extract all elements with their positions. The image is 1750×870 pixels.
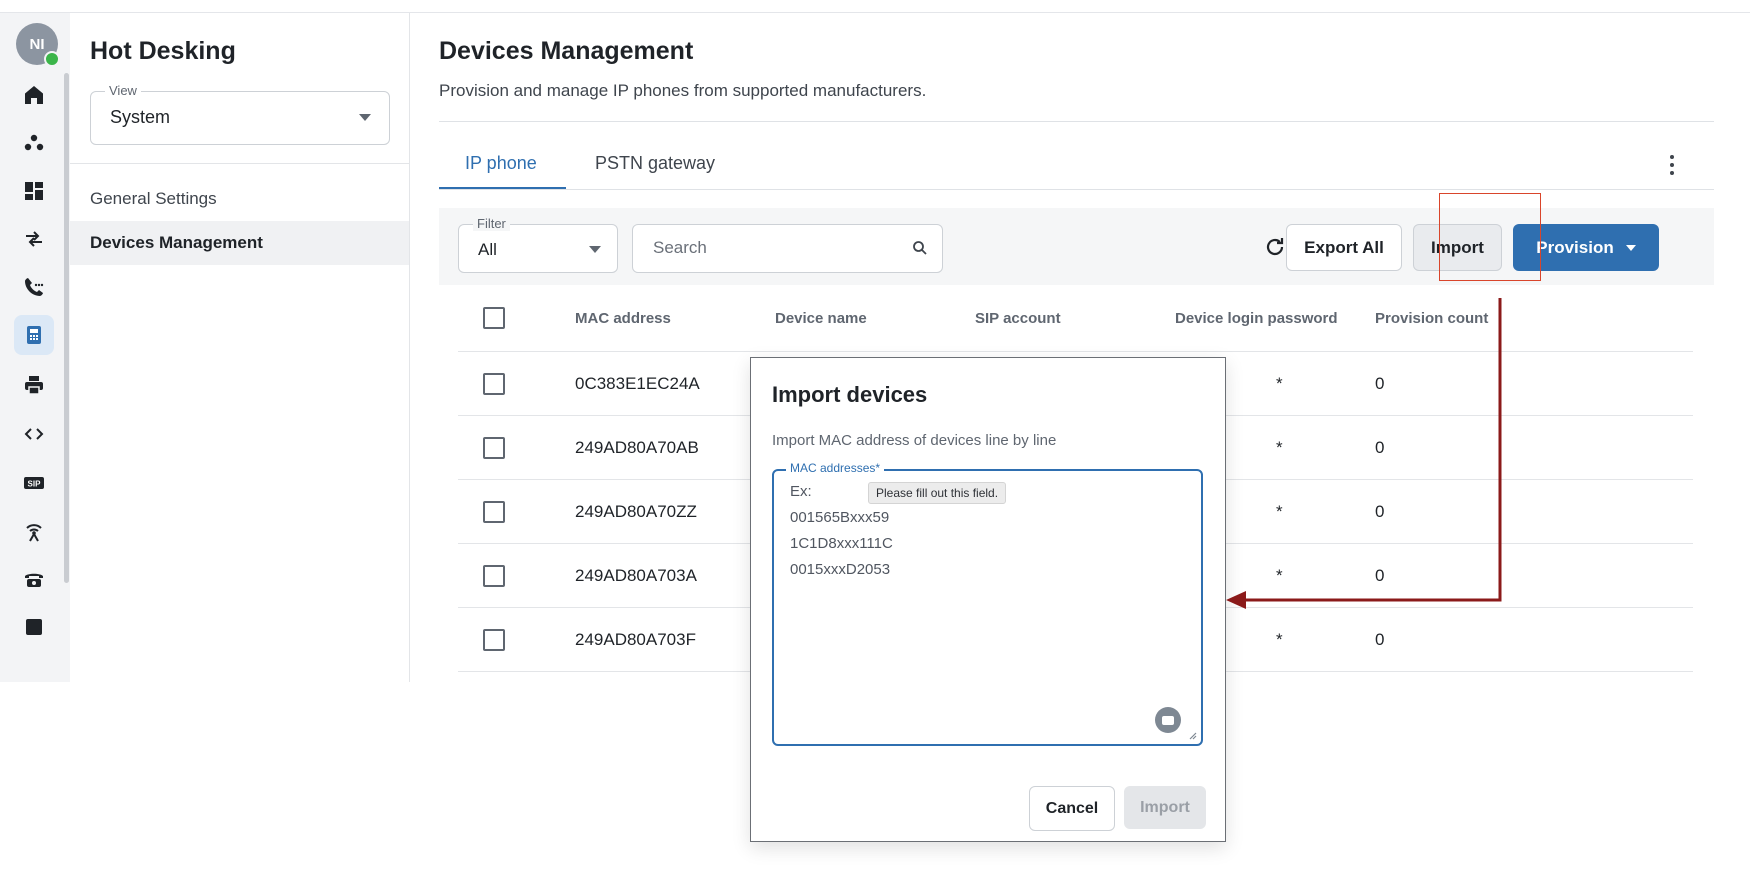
- avatar-initials: NI: [29, 35, 45, 53]
- mac-address-cell: 249AD80A70AB: [575, 437, 699, 457]
- masked-password-cell: *: [1276, 373, 1283, 393]
- secondary-sidebar: Hot Desking View System General Settings…: [70, 13, 410, 682]
- row-checkbox[interactable]: [483, 628, 505, 651]
- masked-password-cell: *: [1276, 437, 1283, 457]
- filter-value: All: [478, 240, 497, 259]
- phone-device-icon[interactable]: [14, 315, 54, 355]
- provision-count-cell: 0: [1375, 629, 1385, 649]
- row-checkbox[interactable]: [483, 564, 505, 587]
- call-log-icon[interactable]: [14, 267, 54, 307]
- placeholder-line: 1C1D8xxx111C: [790, 535, 893, 552]
- dialog-title: Import devices: [772, 382, 928, 407]
- column-header-provision-count[interactable]: Provision count: [1375, 285, 1488, 351]
- sidebar-divider: [70, 163, 409, 164]
- row-checkbox[interactable]: [483, 436, 505, 459]
- sip-icon[interactable]: SIP: [14, 463, 54, 503]
- page-title: Devices Management: [439, 37, 694, 65]
- row-checkbox[interactable]: [483, 372, 505, 395]
- import-devices-dialog: Import devices Import MAC address of dev…: [750, 357, 1226, 842]
- tabs-divider: [439, 189, 1714, 190]
- provision-count-cell: 0: [1375, 437, 1385, 457]
- tab-pstn-gateway[interactable]: PSTN gateway: [595, 153, 715, 174]
- svg-text:SIP: SIP: [28, 480, 42, 489]
- refresh-icon[interactable]: [1263, 235, 1287, 259]
- view-select-label: View: [105, 83, 141, 98]
- column-header-device-login-password[interactable]: Device login password: [1175, 285, 1338, 351]
- search-icon: [913, 241, 927, 255]
- validation-tooltip: Please fill out this field.: [868, 482, 1007, 504]
- filter-select[interactable]: Filter All: [458, 216, 618, 273]
- icon-rail: NI SIP: [0, 13, 71, 682]
- online-status-dot: [44, 51, 60, 67]
- resize-handle-icon[interactable]: [1187, 730, 1197, 740]
- column-header-mac-address[interactable]: MAC address: [575, 285, 671, 351]
- placeholder-line: 001565Bxxx59: [790, 509, 890, 526]
- dialog-description: Import MAC address of devices line by li…: [772, 432, 1057, 449]
- more-options-icon[interactable]: [1662, 153, 1682, 177]
- masked-password-cell: *: [1276, 501, 1283, 521]
- desk-phone-icon[interactable]: [14, 559, 54, 599]
- caret-down-icon: [589, 246, 601, 253]
- provision-count-cell: 0: [1375, 565, 1385, 585]
- avatar[interactable]: NI: [16, 23, 60, 67]
- cancel-button[interactable]: Cancel: [1029, 786, 1115, 831]
- dialog-import-button[interactable]: Import: [1124, 786, 1206, 829]
- tab-ip-phone[interactable]: IP phone: [465, 153, 537, 174]
- placeholder-line: Ex:: [790, 483, 812, 500]
- mac-address-cell: 0C383E1EC24A: [575, 373, 700, 393]
- table-header-row: MAC address Device name SIP account Devi…: [458, 285, 1693, 352]
- sidebar-item-general-settings[interactable]: General Settings: [70, 177, 409, 221]
- column-header-sip-account[interactable]: SIP account: [975, 285, 1061, 351]
- team-icon[interactable]: [14, 123, 54, 163]
- search-input[interactable]: [651, 237, 905, 259]
- select-all-checkbox[interactable]: [483, 307, 505, 329]
- export-all-button[interactable]: Export All: [1286, 224, 1402, 271]
- mac-addresses-textarea[interactable]: MAC addresses* Ex: Please fill out this …: [772, 461, 1203, 746]
- provision-count-cell: 0: [1375, 501, 1385, 521]
- provision-count-cell: 0: [1375, 373, 1385, 393]
- masked-password-cell: *: [1276, 629, 1283, 649]
- mac-address-cell: 249AD80A70ZZ: [575, 501, 697, 521]
- code-icon[interactable]: [14, 414, 54, 454]
- column-header-device-name[interactable]: Device name: [775, 285, 867, 351]
- mac-address-cell: 249AD80A703F: [575, 629, 696, 649]
- mac-addresses-label: MAC addresses*: [786, 461, 885, 475]
- call-flow-icon[interactable]: [14, 219, 54, 259]
- caret-down-icon: [1625, 244, 1636, 251]
- printer-icon[interactable]: [14, 365, 54, 405]
- sidebar-item-devices-management[interactable]: Devices Management: [70, 221, 409, 265]
- filter-label: Filter: [473, 216, 510, 231]
- page-subtitle: Provision and manage IP phones from supp…: [439, 81, 927, 100]
- mac-address-cell: 249AD80A703A: [575, 565, 697, 585]
- provision-button-label: Provision: [1536, 237, 1614, 257]
- masked-password-cell: *: [1276, 565, 1283, 585]
- home-icon[interactable]: [14, 75, 54, 115]
- assistant-icon[interactable]: [1155, 707, 1181, 733]
- search-box[interactable]: [632, 224, 943, 273]
- rail-scrollbar[interactable]: [64, 73, 69, 583]
- view-select-value: System: [110, 107, 171, 127]
- sidebar-title: Hot Desking: [90, 37, 236, 65]
- header-divider: [439, 121, 1714, 122]
- row-checkbox[interactable]: [483, 500, 505, 523]
- view-select[interactable]: View System: [90, 83, 390, 145]
- placeholder-line: 0015xxxD2053: [790, 561, 891, 578]
- dashboard-icon[interactable]: [14, 171, 54, 211]
- import-button-highlight: [1439, 193, 1541, 281]
- archive-icon[interactable]: [14, 607, 54, 647]
- caret-down-icon: [359, 114, 371, 121]
- antenna-icon[interactable]: [14, 511, 54, 551]
